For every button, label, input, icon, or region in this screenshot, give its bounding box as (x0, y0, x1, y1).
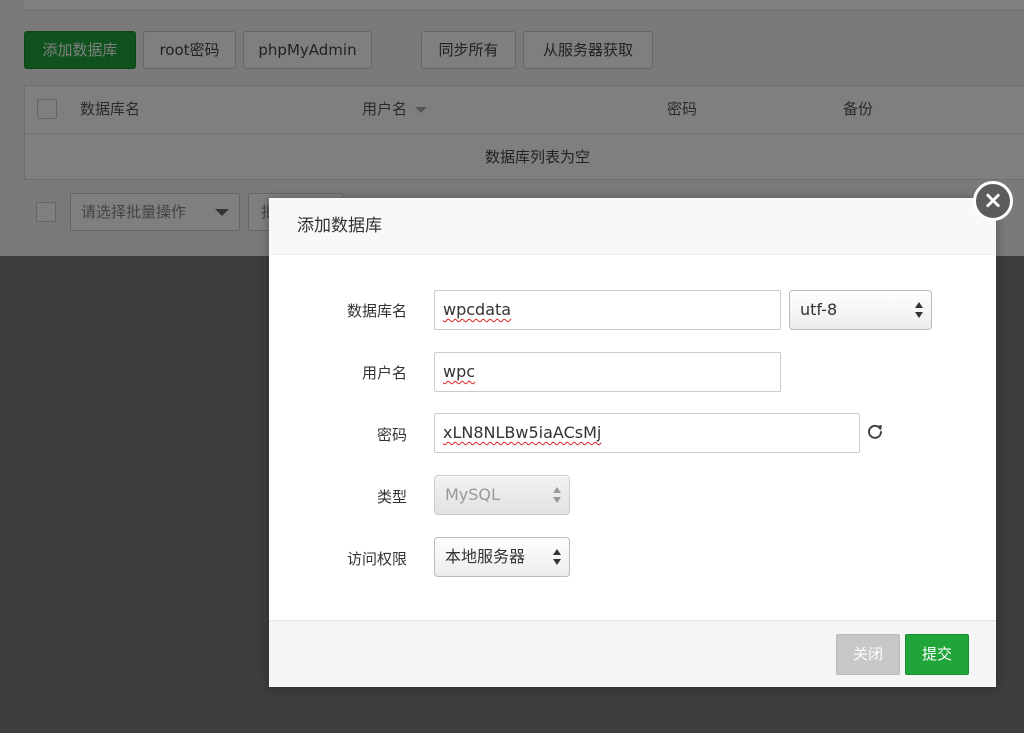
password-label: 密码 (376, 426, 407, 444)
db-name-value: wpcdata (443, 300, 512, 319)
refresh-icon[interactable] (866, 423, 884, 441)
submit-button[interactable]: 提交 (905, 634, 969, 675)
dialog-footer: 关闭 提交 (269, 620, 996, 687)
charset-value: utf-8 (800, 300, 838, 319)
select-arrows-icon (553, 549, 561, 565)
select-arrows-icon (915, 302, 923, 318)
username-input[interactable]: wpc (434, 352, 781, 392)
password-input[interactable]: xLN8NLBw5iaACsMj (434, 413, 860, 453)
type-value: MySQL (445, 485, 500, 504)
db-name-input[interactable]: wpcdata (434, 290, 781, 330)
type-select: MySQL (434, 475, 570, 515)
select-arrows-icon (553, 487, 561, 503)
close-button[interactable]: 关闭 (836, 634, 900, 675)
charset-select[interactable]: utf-8 (789, 290, 932, 330)
access-label: 访问权限 (346, 550, 407, 568)
type-label: 类型 (376, 488, 407, 506)
dialog-title: 添加数据库 (297, 216, 382, 236)
close-icon[interactable]: × (973, 181, 1013, 221)
add-database-dialog: 添加数据库 数据库名 wpcdata utf-8 用户名 wpc 密码 xLN8… (269, 198, 996, 687)
db-name-label: 数据库名 (346, 302, 407, 320)
password-value: xLN8NLBw5iaACsMj (443, 423, 602, 442)
username-label: 用户名 (361, 364, 407, 382)
access-permission-select[interactable]: 本地服务器 (434, 537, 570, 577)
username-value: wpc (443, 362, 476, 381)
dialog-header: 添加数据库 (269, 198, 996, 255)
access-value: 本地服务器 (445, 547, 526, 566)
